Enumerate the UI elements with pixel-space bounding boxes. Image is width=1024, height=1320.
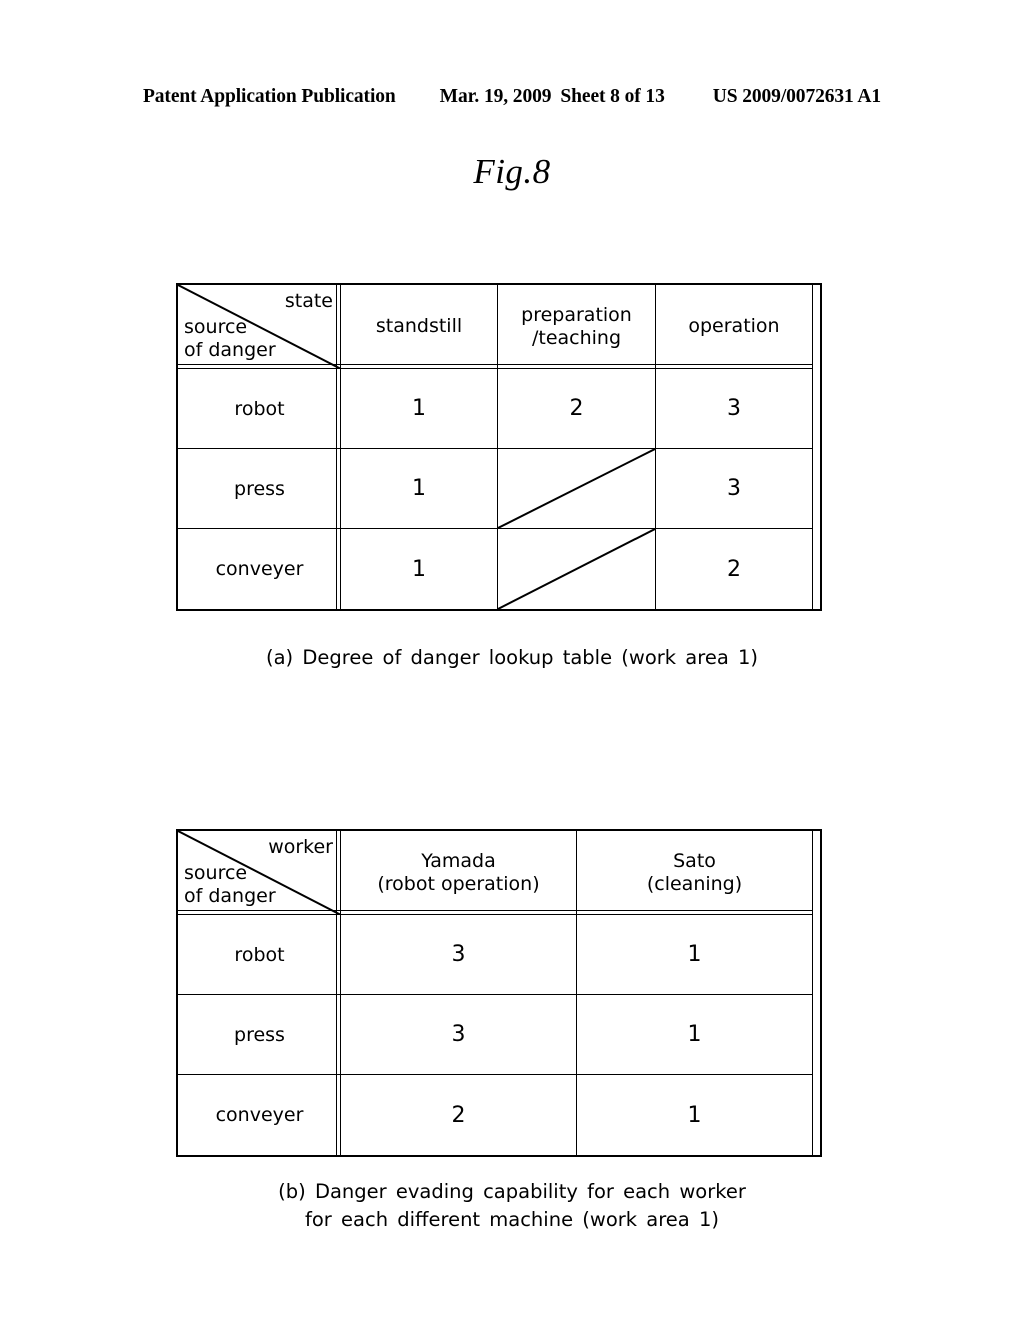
table-b-column-axis-label: worker bbox=[268, 836, 333, 858]
table-b-col-header-sato-role: (cleaning) bbox=[646, 873, 743, 895]
table-a-cell-robot-preparation: 2 bbox=[498, 369, 656, 449]
table-b-col-header-yamada-name: Yamada bbox=[421, 849, 496, 872]
table-b-row-axis-label: source of danger bbox=[184, 862, 276, 908]
degree-of-danger-table: state source of danger standstill prepar… bbox=[178, 285, 813, 609]
table-a-row-label-conveyer: conveyer bbox=[178, 529, 341, 609]
table-b-col-header-sato-name: Sato bbox=[673, 849, 716, 872]
table-a-column-axis-label: state bbox=[284, 290, 333, 312]
slash-strikethrough-icon bbox=[498, 449, 655, 528]
table-row: robot 3 1 bbox=[178, 915, 813, 995]
table-a-cell-conveyer-preparation-not-applicable bbox=[498, 529, 656, 609]
table-b-header-row: worker source of danger Yamada (robot op… bbox=[178, 831, 813, 915]
table-row: robot 1 2 3 bbox=[178, 369, 813, 449]
figure-title: Fig.8 bbox=[473, 152, 551, 191]
table-row: press 3 1 bbox=[178, 995, 813, 1075]
table-a-col-header-preparation-teaching: preparation /teaching bbox=[498, 285, 656, 369]
publication-label: Patent Application Publication bbox=[142, 86, 396, 107]
table-a-cell-conveyer-standstill: 1 bbox=[341, 529, 498, 609]
table-a-row-label-robot: robot bbox=[178, 369, 341, 449]
table-a-col-header-operation: operation bbox=[656, 285, 813, 369]
table-b-col-header-yamada-role: (robot operation) bbox=[377, 873, 540, 895]
table-b-row-label-conveyer: conveyer bbox=[178, 1075, 341, 1155]
table-a-row-axis-line1: source bbox=[184, 315, 248, 338]
table-b-frame: worker source of danger Yamada (robot op… bbox=[176, 829, 822, 1157]
table-b-cell-press-sato: 1 bbox=[577, 995, 813, 1075]
table-b-cell-robot-sato: 1 bbox=[577, 915, 813, 995]
sheet-number: Sheet 8 of 13 bbox=[560, 86, 665, 107]
table-b-row-label-robot: robot bbox=[178, 915, 341, 995]
table-a-cell-robot-operation: 3 bbox=[656, 369, 813, 449]
table-row: conveyer 1 2 bbox=[178, 529, 813, 609]
table-b-row-label-press: press bbox=[178, 995, 341, 1075]
table-b-cell-conveyer-sato: 1 bbox=[577, 1075, 813, 1155]
table-b-col-header-yamada: Yamada (robot operation) bbox=[341, 831, 577, 915]
table-a-cell-press-operation: 3 bbox=[656, 449, 813, 529]
table-a-cell-press-preparation-not-applicable bbox=[498, 449, 656, 529]
table-a-container: state source of danger standstill prepar… bbox=[176, 283, 822, 611]
table-b-corner-cell: worker source of danger bbox=[178, 831, 341, 915]
table-a-row-axis-label: source of danger bbox=[184, 316, 276, 362]
patent-number: US 2009/0072631 A1 bbox=[712, 86, 882, 107]
table-b-row-axis-line2: of danger bbox=[184, 884, 276, 907]
table-a-header-row: state source of danger standstill prepar… bbox=[178, 285, 813, 369]
table-b-cell-press-yamada: 3 bbox=[341, 995, 577, 1075]
page-header: Patent Application Publication Mar. 19, … bbox=[0, 86, 1024, 108]
table-a-corner-cell: state source of danger bbox=[178, 285, 341, 369]
table-b-cell-conveyer-yamada: 2 bbox=[341, 1075, 577, 1155]
table-b-cell-robot-yamada: 3 bbox=[341, 915, 577, 995]
table-b-caption-line2: for each different machine (work area 1) bbox=[305, 1208, 719, 1232]
table-a-cell-robot-standstill: 1 bbox=[341, 369, 498, 449]
table-a-col-header-line1: preparation bbox=[521, 303, 632, 326]
table-a-row-label-press: press bbox=[178, 449, 341, 529]
publication-date: Mar. 19, 2009 bbox=[439, 86, 552, 107]
table-a-cell-press-standstill: 1 bbox=[341, 449, 498, 529]
table-a-caption: (a) Degree of danger lookup table (work … bbox=[266, 646, 758, 669]
table-row: press 1 3 bbox=[178, 449, 813, 529]
table-a-col-header-standstill: standstill bbox=[341, 285, 498, 369]
table-b-col-header-sato: Sato (cleaning) bbox=[577, 831, 813, 915]
table-b-row-axis-line1: source bbox=[184, 861, 248, 884]
table-b-container: worker source of danger Yamada (robot op… bbox=[176, 829, 822, 1157]
slash-strikethrough-icon bbox=[498, 529, 655, 609]
table-b-caption-line1: (b) Danger evading capability for each w… bbox=[278, 1180, 746, 1203]
table-a-col-header-line2: /teaching bbox=[531, 327, 622, 349]
danger-evading-capability-table: worker source of danger Yamada (robot op… bbox=[178, 831, 813, 1155]
table-a-cell-conveyer-operation: 2 bbox=[656, 529, 813, 609]
table-b-caption: (b) Danger evading capability for each w… bbox=[0, 1178, 1024, 1235]
table-a-frame: state source of danger standstill prepar… bbox=[176, 283, 822, 611]
table-a-row-axis-line2: of danger bbox=[184, 338, 276, 361]
table-row: conveyer 2 1 bbox=[178, 1075, 813, 1155]
